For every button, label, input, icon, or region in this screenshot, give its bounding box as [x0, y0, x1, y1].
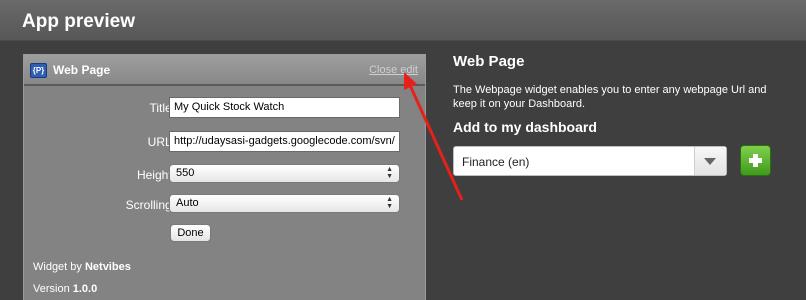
annotation-arrow — [404, 72, 464, 201]
annotation-arrow-line — [407, 82, 464, 201]
